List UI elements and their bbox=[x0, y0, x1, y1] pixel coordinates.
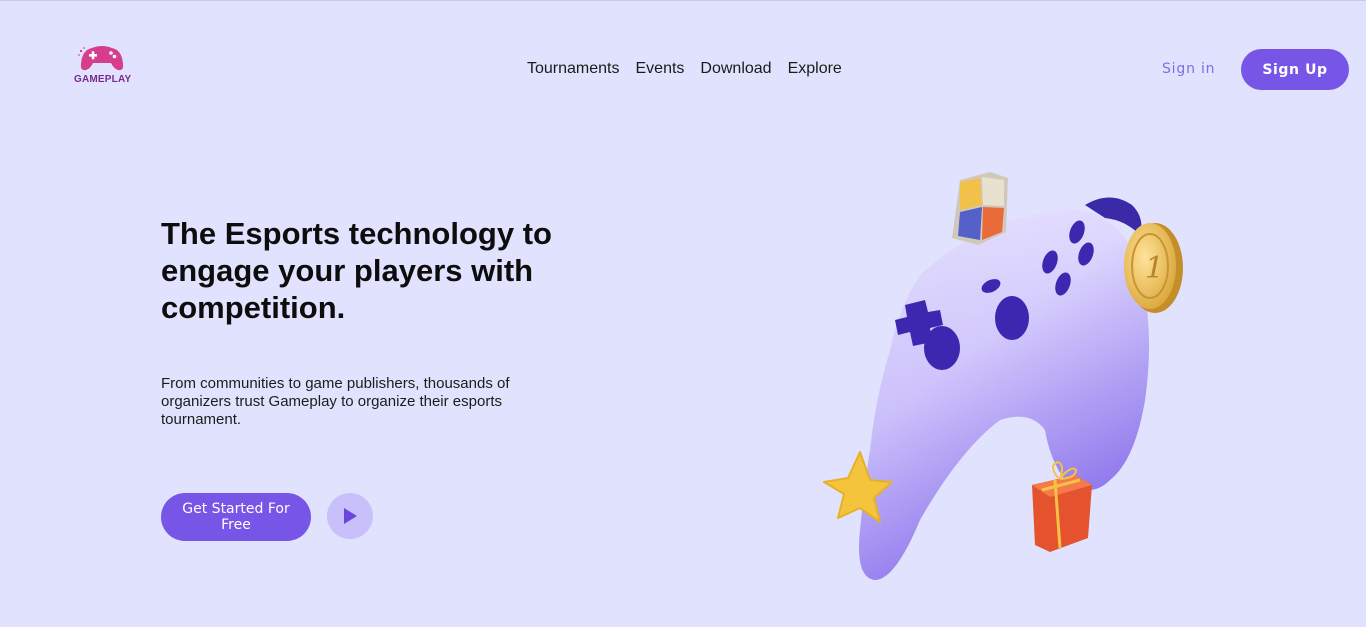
window-top-border bbox=[0, 0, 1366, 1]
gamepad-body bbox=[859, 209, 1149, 580]
brand-logo[interactable]: GAMEPLAY bbox=[74, 44, 132, 90]
logo-text: GAMEPLAY bbox=[74, 74, 132, 85]
play-icon bbox=[344, 508, 357, 524]
gamepad-illustration: 1 bbox=[823, 172, 1183, 580]
sign-up-button[interactable]: Sign Up bbox=[1241, 49, 1349, 90]
coin-number: 1 bbox=[1145, 251, 1164, 286]
main-nav: Tournaments Events Download Explore bbox=[527, 59, 842, 81]
nav-download[interactable]: Download bbox=[700, 59, 771, 81]
cube-decoration bbox=[952, 172, 1008, 245]
nav-tournaments[interactable]: Tournaments bbox=[527, 59, 620, 81]
hero-title: The Esports technology to engage your pl… bbox=[161, 216, 552, 325]
get-started-button[interactable]: Get Started For Free bbox=[161, 493, 311, 541]
hero-description: From communities to game publishers, tho… bbox=[161, 375, 510, 428]
gamepad-logo-icon bbox=[78, 46, 124, 71]
play-video-button[interactable] bbox=[327, 493, 373, 539]
nav-explore[interactable]: Explore bbox=[788, 59, 842, 81]
sign-in-link[interactable]: Sign in bbox=[1162, 61, 1215, 77]
nav-events[interactable]: Events bbox=[636, 59, 685, 81]
